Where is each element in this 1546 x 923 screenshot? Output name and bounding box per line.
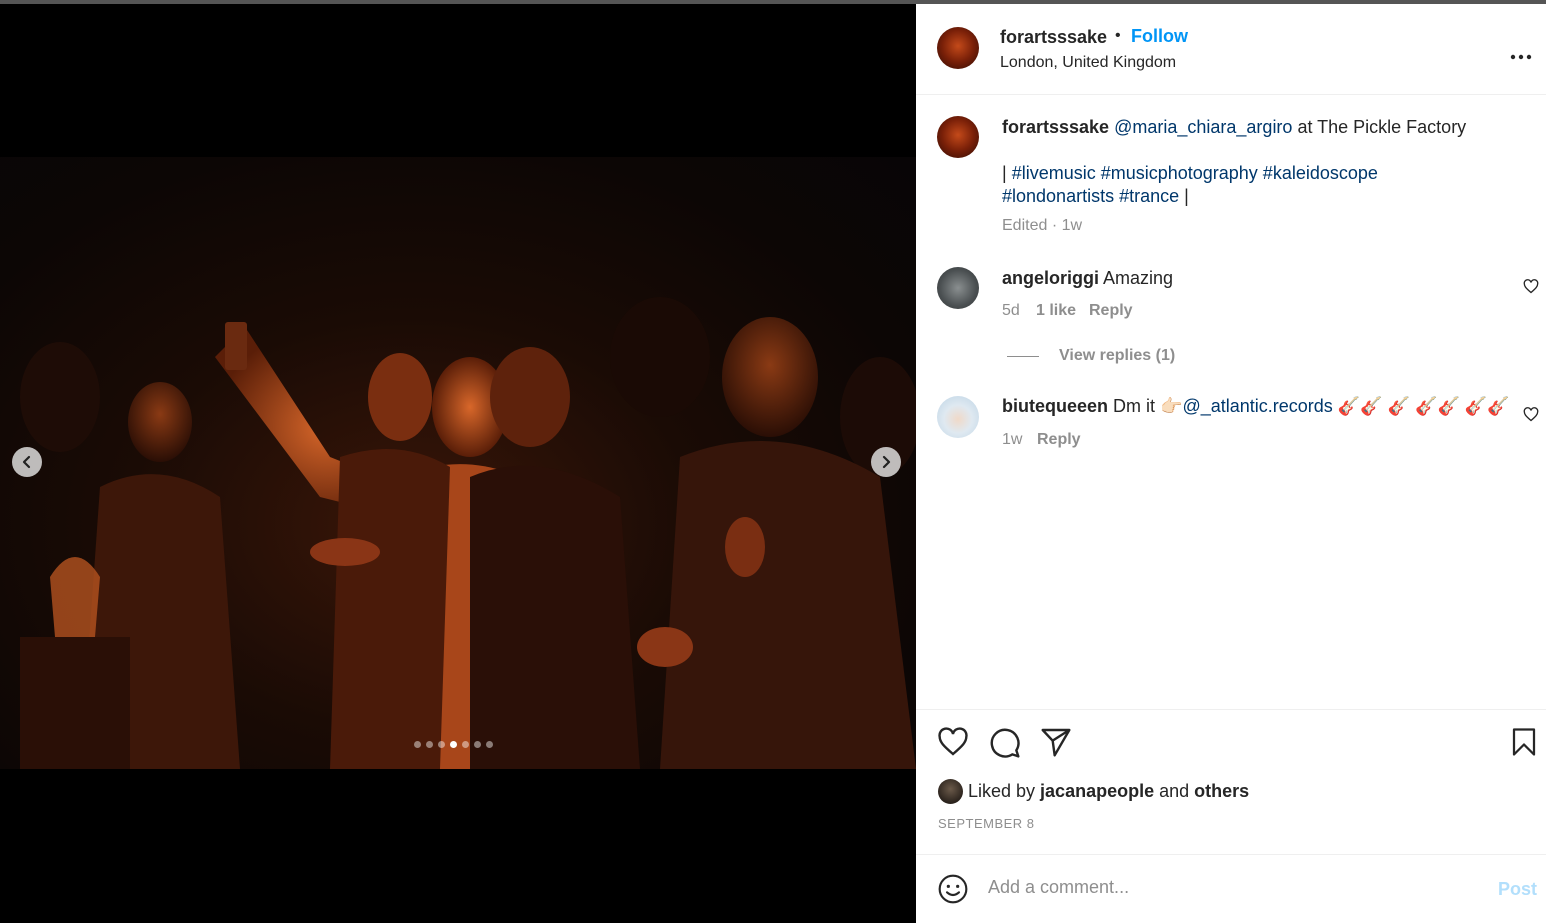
slide-dot-active bbox=[450, 741, 457, 748]
comment-mention[interactable]: @_atlantic.records bbox=[1182, 396, 1332, 416]
share-button[interactable] bbox=[1040, 727, 1072, 762]
post-location[interactable]: London, United Kingdom bbox=[1000, 54, 1176, 72]
more-options-button[interactable] bbox=[1510, 40, 1532, 66]
comment-text: Amazing bbox=[1103, 268, 1174, 288]
chevron-right-icon bbox=[882, 455, 891, 469]
heart-icon bbox=[1523, 279, 1539, 294]
heart-icon bbox=[1523, 407, 1539, 422]
liker-avatar[interactable] bbox=[938, 779, 963, 804]
comment-text: Dm it 👉🏻 bbox=[1113, 396, 1183, 416]
caption-line-3: #londonartists #trance | bbox=[1002, 186, 1189, 207]
caption-mention[interactable]: @maria_chiara_argiro bbox=[1114, 117, 1292, 137]
comment-username[interactable]: biutequeeen bbox=[1002, 396, 1108, 416]
follow-button[interactable]: Follow bbox=[1131, 26, 1188, 47]
slide-dot bbox=[438, 741, 445, 748]
liker-username[interactable]: jacanapeople bbox=[1040, 781, 1154, 801]
slide-dot bbox=[414, 741, 421, 748]
commenter-avatar[interactable] bbox=[937, 396, 979, 438]
comment-time[interactable]: 1w bbox=[1002, 431, 1022, 449]
like-button[interactable] bbox=[937, 727, 969, 762]
post-media bbox=[0, 4, 916, 923]
caption-author-avatar[interactable] bbox=[937, 116, 979, 158]
comment-username[interactable]: angeloriggi bbox=[1002, 268, 1099, 288]
comment-emoji: 🎸🎸 🎸 🎸🎸 🎸🎸 bbox=[1332, 396, 1510, 416]
caption-bar-prefix: | bbox=[1002, 163, 1012, 183]
comment-input[interactable] bbox=[988, 877, 1468, 898]
send-icon bbox=[1041, 728, 1071, 757]
heart-icon bbox=[938, 727, 968, 756]
post-side-panel: forartsssake • Follow London, United Kin… bbox=[916, 4, 1546, 923]
caption-line-2: | #livemusic #musicphotography #kaleidos… bbox=[1002, 163, 1378, 184]
post-comment-button[interactable]: Post bbox=[1498, 879, 1537, 900]
save-button[interactable] bbox=[1510, 727, 1538, 762]
like-comment-button[interactable] bbox=[1523, 279, 1539, 299]
comment-icon bbox=[990, 728, 1020, 758]
post-date[interactable]: SEPTEMBER 8 bbox=[938, 816, 1035, 831]
caption-hashtags[interactable]: #livemusic #musicphotography #kaleidosco… bbox=[1012, 163, 1378, 183]
comment-button[interactable] bbox=[989, 727, 1021, 764]
post-header: forartsssake • Follow London, United Kin… bbox=[916, 4, 1546, 95]
caption-hashtags[interactable]: #londonartists #trance bbox=[1002, 186, 1179, 206]
caption-username[interactable]: forartsssake bbox=[1002, 117, 1109, 137]
comment-time[interactable]: 5d bbox=[1002, 302, 1020, 320]
comment-likes[interactable]: 1 like bbox=[1036, 302, 1076, 320]
slide-dot bbox=[486, 741, 493, 748]
previous-slide-button[interactable] bbox=[12, 447, 42, 477]
caption-line-1: forartsssake @maria_chiara_argiro at The… bbox=[1002, 117, 1466, 138]
likes-others-link[interactable]: others bbox=[1194, 781, 1249, 801]
reply-button[interactable]: Reply bbox=[1089, 302, 1133, 320]
chevron-left-icon bbox=[22, 455, 31, 469]
author-username[interactable]: forartsssake bbox=[1000, 27, 1107, 48]
actions-divider bbox=[916, 709, 1546, 710]
slide-indicator bbox=[414, 741, 493, 748]
author-avatar[interactable] bbox=[937, 27, 979, 69]
caption-bar-suffix: | bbox=[1179, 186, 1189, 206]
emoji-button[interactable] bbox=[937, 873, 969, 910]
caption-meta: Edited · 1w bbox=[1002, 217, 1083, 234]
like-comment-button[interactable] bbox=[1523, 407, 1539, 427]
caption-text: at The Pickle Factory bbox=[1292, 117, 1467, 137]
post-photo bbox=[0, 157, 916, 769]
slide-dot bbox=[462, 741, 469, 748]
comment-2-body: biutequeeen Dm it 👉🏻@_atlantic.records 🎸… bbox=[1002, 396, 1510, 417]
slide-dot bbox=[426, 741, 433, 748]
emoji-icon bbox=[938, 874, 968, 904]
reply-button[interactable]: Reply bbox=[1037, 431, 1081, 449]
bookmark-icon bbox=[1512, 728, 1536, 756]
comment-1-body: angeloriggi Amazing bbox=[1002, 268, 1173, 289]
concert-photo-illustration bbox=[20, 297, 916, 769]
likes-middle: and bbox=[1154, 781, 1195, 801]
replies-divider bbox=[1007, 356, 1039, 357]
view-replies-button[interactable]: View replies (1) bbox=[1059, 347, 1175, 365]
add-comment-bar: Post bbox=[916, 854, 1546, 923]
next-slide-button[interactable] bbox=[871, 447, 901, 477]
likes-summary: Liked by jacanapeople and others bbox=[968, 781, 1249, 802]
header-separator: • bbox=[1115, 27, 1121, 44]
more-horizontal-icon bbox=[1510, 54, 1532, 60]
commenter-avatar[interactable] bbox=[937, 267, 979, 309]
slide-dot bbox=[474, 741, 481, 748]
likes-prefix: Liked by bbox=[968, 781, 1041, 801]
